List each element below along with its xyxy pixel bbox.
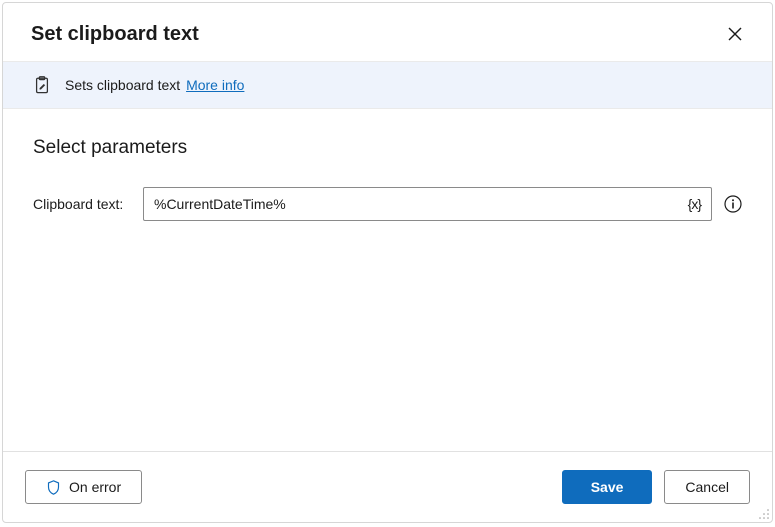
footer-actions: Save Cancel: [562, 470, 750, 504]
close-icon: [728, 27, 742, 41]
cancel-button[interactable]: Cancel: [664, 470, 750, 504]
on-error-button[interactable]: On error: [25, 470, 142, 504]
dialog: Set clipboard text Sets clipboard text M…: [2, 2, 773, 523]
clipboard-text-input[interactable]: [154, 196, 686, 212]
shield-icon: [46, 480, 61, 495]
clipboard-text-input-wrapper: {x}: [143, 187, 712, 221]
dialog-title: Set clipboard text: [31, 23, 199, 46]
on-error-label: On error: [69, 479, 121, 495]
save-button[interactable]: Save: [562, 470, 653, 504]
clipboard-icon: [33, 76, 51, 94]
dialog-footer: On error Save Cancel: [3, 451, 772, 522]
info-banner: Sets clipboard text More info: [3, 61, 772, 109]
close-button[interactable]: [722, 21, 748, 47]
banner-description: Sets clipboard text: [65, 77, 180, 93]
clipboard-text-label: Clipboard text:: [33, 196, 131, 212]
insert-variable-button[interactable]: {x}: [686, 196, 703, 212]
resize-handle[interactable]: [756, 506, 770, 520]
section-title: Select parameters: [33, 137, 742, 159]
more-info-link[interactable]: More info: [186, 77, 244, 93]
clipboard-text-row: Clipboard text: {x}: [33, 187, 742, 221]
dialog-content: Select parameters Clipboard text: {x}: [3, 109, 772, 451]
banner-text: Sets clipboard text More info: [65, 77, 244, 93]
dialog-header: Set clipboard text: [3, 3, 772, 61]
info-icon[interactable]: [724, 195, 742, 213]
